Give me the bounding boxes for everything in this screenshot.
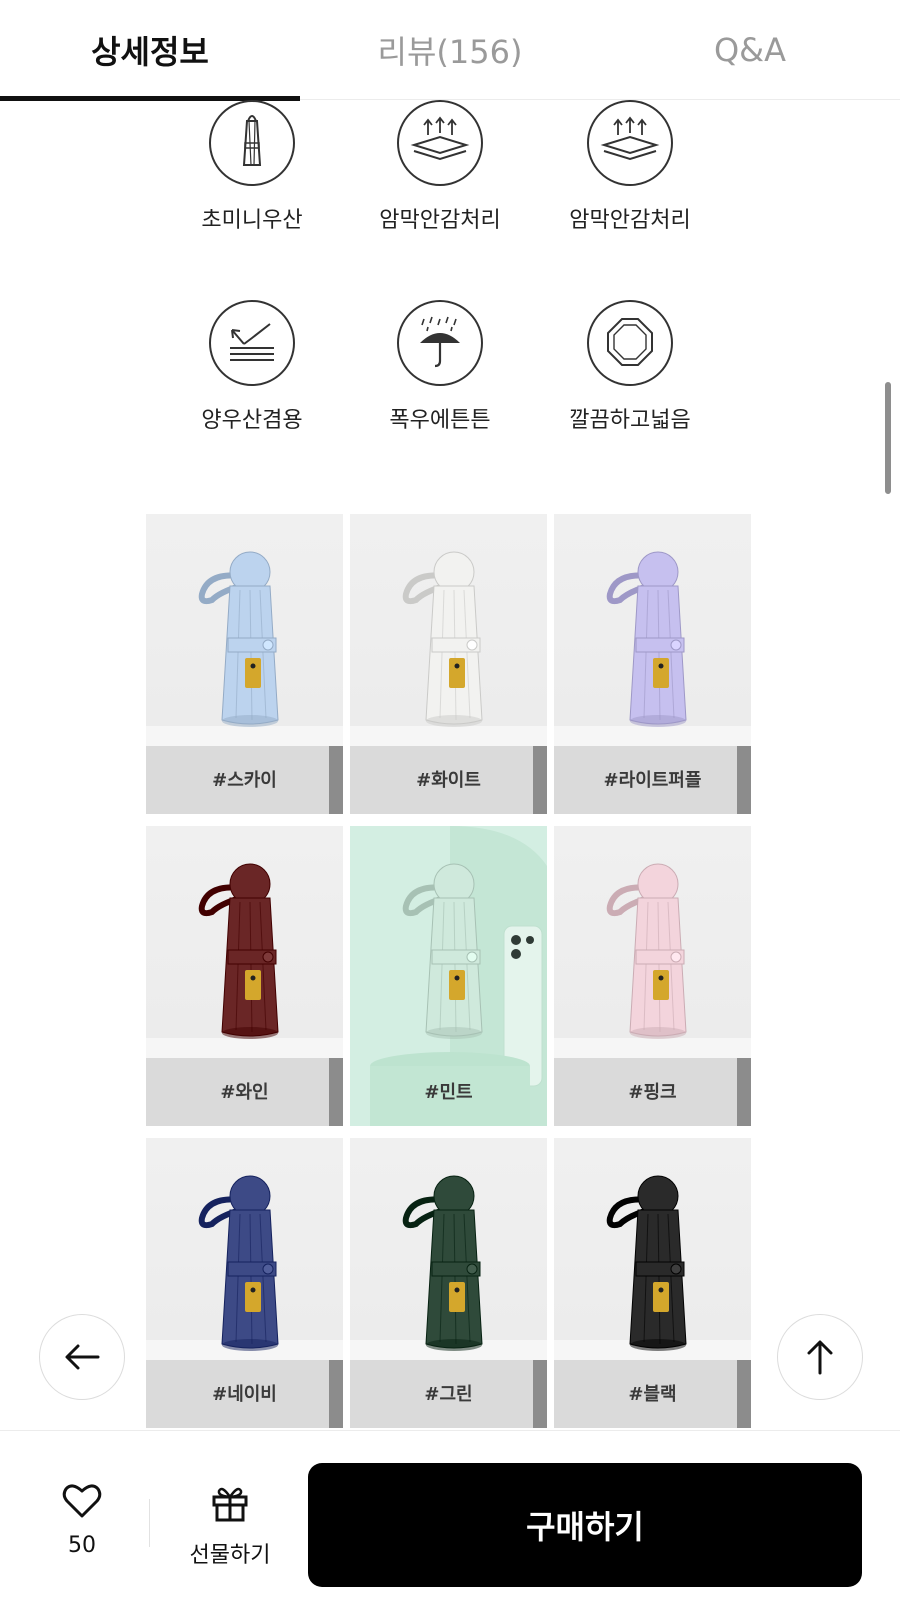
product-card-mint[interactable]: #민트 bbox=[350, 826, 547, 1126]
feature-mini-umbrella: 초미니우산 bbox=[157, 100, 347, 234]
umbrella-image bbox=[198, 551, 279, 727]
mini-umbrella-icon bbox=[209, 100, 295, 186]
gift-button[interactable]: 선물하기 bbox=[170, 1483, 290, 1569]
product-card-light-purple[interactable]: #라이트퍼플 bbox=[554, 514, 751, 814]
umbrella-image bbox=[402, 863, 483, 1039]
scroll-to-top-button[interactable] bbox=[777, 1314, 863, 1400]
octagon-canopy-icon bbox=[587, 300, 673, 386]
arrow-up-icon bbox=[807, 1340, 833, 1375]
umbrella-image bbox=[606, 551, 687, 727]
product-card-navy[interactable]: #네이비 bbox=[146, 1138, 343, 1428]
umbrella-image bbox=[402, 1175, 483, 1351]
tab-details[interactable]: 상세정보 bbox=[0, 0, 300, 101]
product-color-name: #그린 bbox=[424, 1384, 473, 1405]
product-card-white[interactable]: #화이트 bbox=[350, 514, 547, 814]
product-color-name: #라이트퍼플 bbox=[603, 770, 702, 791]
umbrella-image bbox=[606, 863, 687, 1039]
feature-blackout-lining-2: 암막안감처리 bbox=[535, 100, 725, 234]
feature-label: 양우산겸용 bbox=[201, 408, 303, 433]
feature-label: 초미니우산 bbox=[201, 208, 303, 233]
rain-umbrella-icon bbox=[397, 300, 483, 386]
feature-label: 암막안감처리 bbox=[379, 208, 501, 233]
product-color-name: #블랙 bbox=[628, 1384, 677, 1405]
feature-uv-protection: 양우산겸용 bbox=[157, 300, 347, 434]
product-color-name: #스카이 bbox=[212, 770, 277, 791]
product-color-name: #민트 bbox=[424, 1082, 473, 1103]
back-button[interactable] bbox=[39, 1314, 125, 1400]
arrow-left-icon bbox=[65, 1344, 100, 1370]
uv-protection-icon bbox=[209, 300, 295, 386]
gift-icon bbox=[212, 1487, 248, 1522]
feature-label: 암막안감처리 bbox=[569, 208, 691, 233]
divider bbox=[149, 1499, 150, 1547]
product-card-wine[interactable]: #와인 bbox=[146, 826, 343, 1126]
product-color-name: #네이비 bbox=[212, 1384, 277, 1405]
feature-octagon-canopy: 깔끔하고넓음 bbox=[535, 300, 725, 434]
tab-reviews[interactable]: 리뷰(156) bbox=[300, 0, 600, 100]
feature-label: 깔끔하고넓음 bbox=[569, 408, 691, 433]
product-card-black[interactable]: #블랙 bbox=[554, 1138, 751, 1428]
feature-blackout-lining: 암막안감처리 bbox=[345, 100, 535, 234]
product-card-green[interactable]: #그린 bbox=[350, 1138, 547, 1428]
feature-rain-umbrella: 폭우에튼튼 bbox=[345, 300, 535, 434]
tab-qna[interactable]: Q&A bbox=[600, 0, 900, 100]
product-color-name: #핑크 bbox=[628, 1082, 677, 1103]
umbrella-image bbox=[606, 1175, 687, 1351]
umbrella-image bbox=[198, 1175, 279, 1351]
scrollbar-thumb[interactable] bbox=[885, 382, 891, 494]
umbrella-image bbox=[198, 863, 279, 1039]
buy-button[interactable]: 구매하기 bbox=[308, 1463, 862, 1587]
product-card-pink[interactable]: #핑크 bbox=[554, 826, 751, 1126]
feature-label: 폭우에튼튼 bbox=[389, 408, 491, 433]
blackout-lining-icon bbox=[397, 100, 483, 186]
product-color-name: #와인 bbox=[220, 1082, 269, 1103]
gift-label: 선물하기 bbox=[189, 1543, 271, 1568]
feature-icons-section: 초미니우산 암막안감처리 암막안감처리 양우산겸용 폭우에튼튼 깔끔하고넓음 bbox=[0, 100, 900, 500]
product-card-sky[interactable]: #스카이 bbox=[146, 514, 343, 814]
umbrella-image bbox=[402, 551, 483, 727]
product-color-name: #화이트 bbox=[416, 770, 481, 791]
bottom-action-bar: 50 선물하기 구매하기 bbox=[0, 1430, 900, 1600]
tab-bar: 상세정보 리뷰(156) Q&A bbox=[0, 0, 900, 101]
like-button[interactable]: 50 bbox=[40, 1483, 124, 1558]
blackout-lining-icon bbox=[587, 100, 673, 186]
like-count: 50 bbox=[68, 1533, 96, 1558]
heart-icon bbox=[62, 1484, 102, 1518]
